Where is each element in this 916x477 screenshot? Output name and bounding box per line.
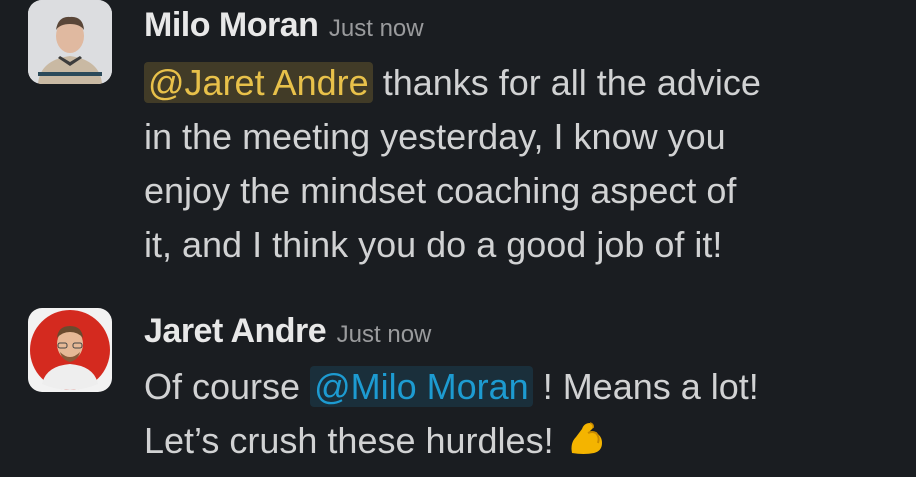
message-text: ! Means a lot! — [542, 366, 759, 407]
person-avatar-icon — [28, 308, 112, 392]
message-line: in the meeting yesterday, I know you — [144, 116, 726, 157]
message-line: @Jaret Andre thanks for all the advice — [144, 56, 904, 110]
sender-name[interactable]: Milo Moran — [144, 6, 319, 44]
message-text: thanks for all the advice — [382, 62, 761, 103]
timestamp[interactable]: Just now — [337, 321, 432, 348]
avatar[interactable] — [28, 308, 112, 392]
message-line: it, and I think you do a good job of it! — [144, 224, 723, 265]
message-line: Of course @Milo Moran ! Means a lot! — [144, 360, 904, 414]
message-body: Of course @Milo Moran ! Means a lot! Let… — [144, 360, 904, 468]
message-header: Milo Moran Just now — [144, 6, 424, 45]
message-line: Let’s crush these hurdles! — [144, 414, 904, 468]
user-mention[interactable]: @Jaret Andre — [144, 62, 373, 103]
timestamp[interactable]: Just now — [329, 15, 424, 42]
message-body: @Jaret Andre thanks for all the advice i… — [144, 56, 904, 272]
message-text: Of course — [144, 366, 301, 407]
flexed-biceps-icon — [564, 415, 608, 459]
person-avatar-icon — [28, 0, 112, 84]
message-header: Jaret Andre Just now — [144, 312, 431, 351]
avatar[interactable] — [28, 0, 112, 84]
sender-name[interactable]: Jaret Andre — [144, 312, 327, 350]
message-line: enjoy the mindset coaching aspect of — [144, 170, 737, 211]
user-mention[interactable]: @Milo Moran — [310, 366, 533, 407]
message-text: Let’s crush these hurdles! — [144, 420, 554, 461]
